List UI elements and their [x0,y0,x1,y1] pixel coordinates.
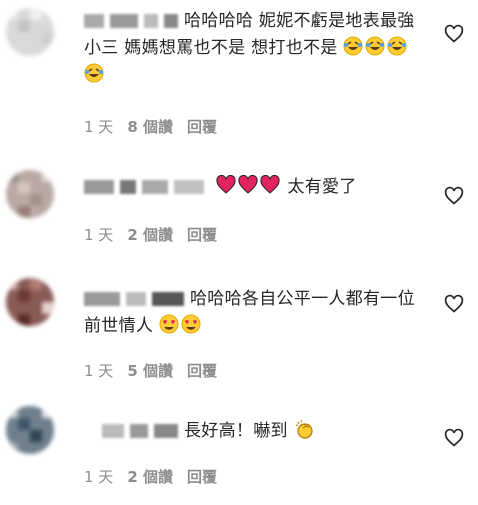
avatar[interactable] [6,278,54,326]
comment-text-block: 哈哈哈各自公平一人都有一位前世情人 [84,286,424,340]
comment-meta: 1 天 8 個讚 回覆 [84,116,217,137]
comment-text: 太有愛了 [287,177,357,197]
likes-count[interactable]: 8 個讚 [127,116,173,137]
laugh-cry-emoji-icon [84,63,104,83]
username-blurred[interactable] [84,292,184,306]
reply-button[interactable]: 回覆 [187,466,217,487]
comment-text: 長好高！嚇到 [184,421,288,441]
like-heart-icon[interactable] [444,294,464,314]
red-heart-emoji-icon [260,175,280,194]
clapping-hands-emoji-icon [295,419,313,439]
laugh-cry-emoji-icon [365,36,385,56]
comment-text-block: 哈哈哈哈 妮妮不虧是地表最強小三 媽媽想罵也不是 想打也不是 [84,8,424,89]
reply-button[interactable]: 回覆 [187,360,217,381]
comment-meta: 1 天 2 個讚 回覆 [84,466,217,487]
reply-button[interactable]: 回覆 [187,116,217,137]
username-blurred[interactable] [84,14,178,28]
emoji-group [210,175,287,197]
likes-count[interactable]: 2 個讚 [127,466,173,487]
avatar[interactable] [6,170,54,218]
laugh-cry-emoji-icon [343,36,363,56]
emoji-group [153,314,203,336]
avatar[interactable] [6,8,54,56]
comment-meta: 1 天 5 個讚 回覆 [84,360,217,381]
laugh-cry-emoji-icon [387,36,407,56]
comment-time: 1 天 [84,226,114,244]
like-heart-icon[interactable] [444,428,464,448]
comment-time: 1 天 [84,118,114,136]
red-heart-emoji-icon [216,175,236,194]
username-blurred[interactable] [102,424,178,438]
emoji-group [288,419,316,441]
comment-text-block: 長好高！嚇到 [84,418,424,445]
like-heart-icon[interactable] [444,186,464,206]
likes-count[interactable]: 2 個讚 [127,224,173,245]
heart-eyes-emoji-icon [181,314,201,334]
comment-meta: 1 天 2 個讚 回覆 [84,224,217,245]
reply-button[interactable]: 回覆 [187,224,217,245]
comment-text-block: 太有愛了 [84,174,424,201]
like-heart-icon[interactable] [444,24,464,44]
likes-count[interactable]: 5 個讚 [127,360,173,381]
comment-time: 1 天 [84,468,114,486]
username-blurred[interactable] [84,180,204,194]
avatar[interactable] [6,406,54,454]
heart-eyes-emoji-icon [159,314,179,334]
red-heart-emoji-icon [238,175,258,194]
comment-time: 1 天 [84,362,114,380]
